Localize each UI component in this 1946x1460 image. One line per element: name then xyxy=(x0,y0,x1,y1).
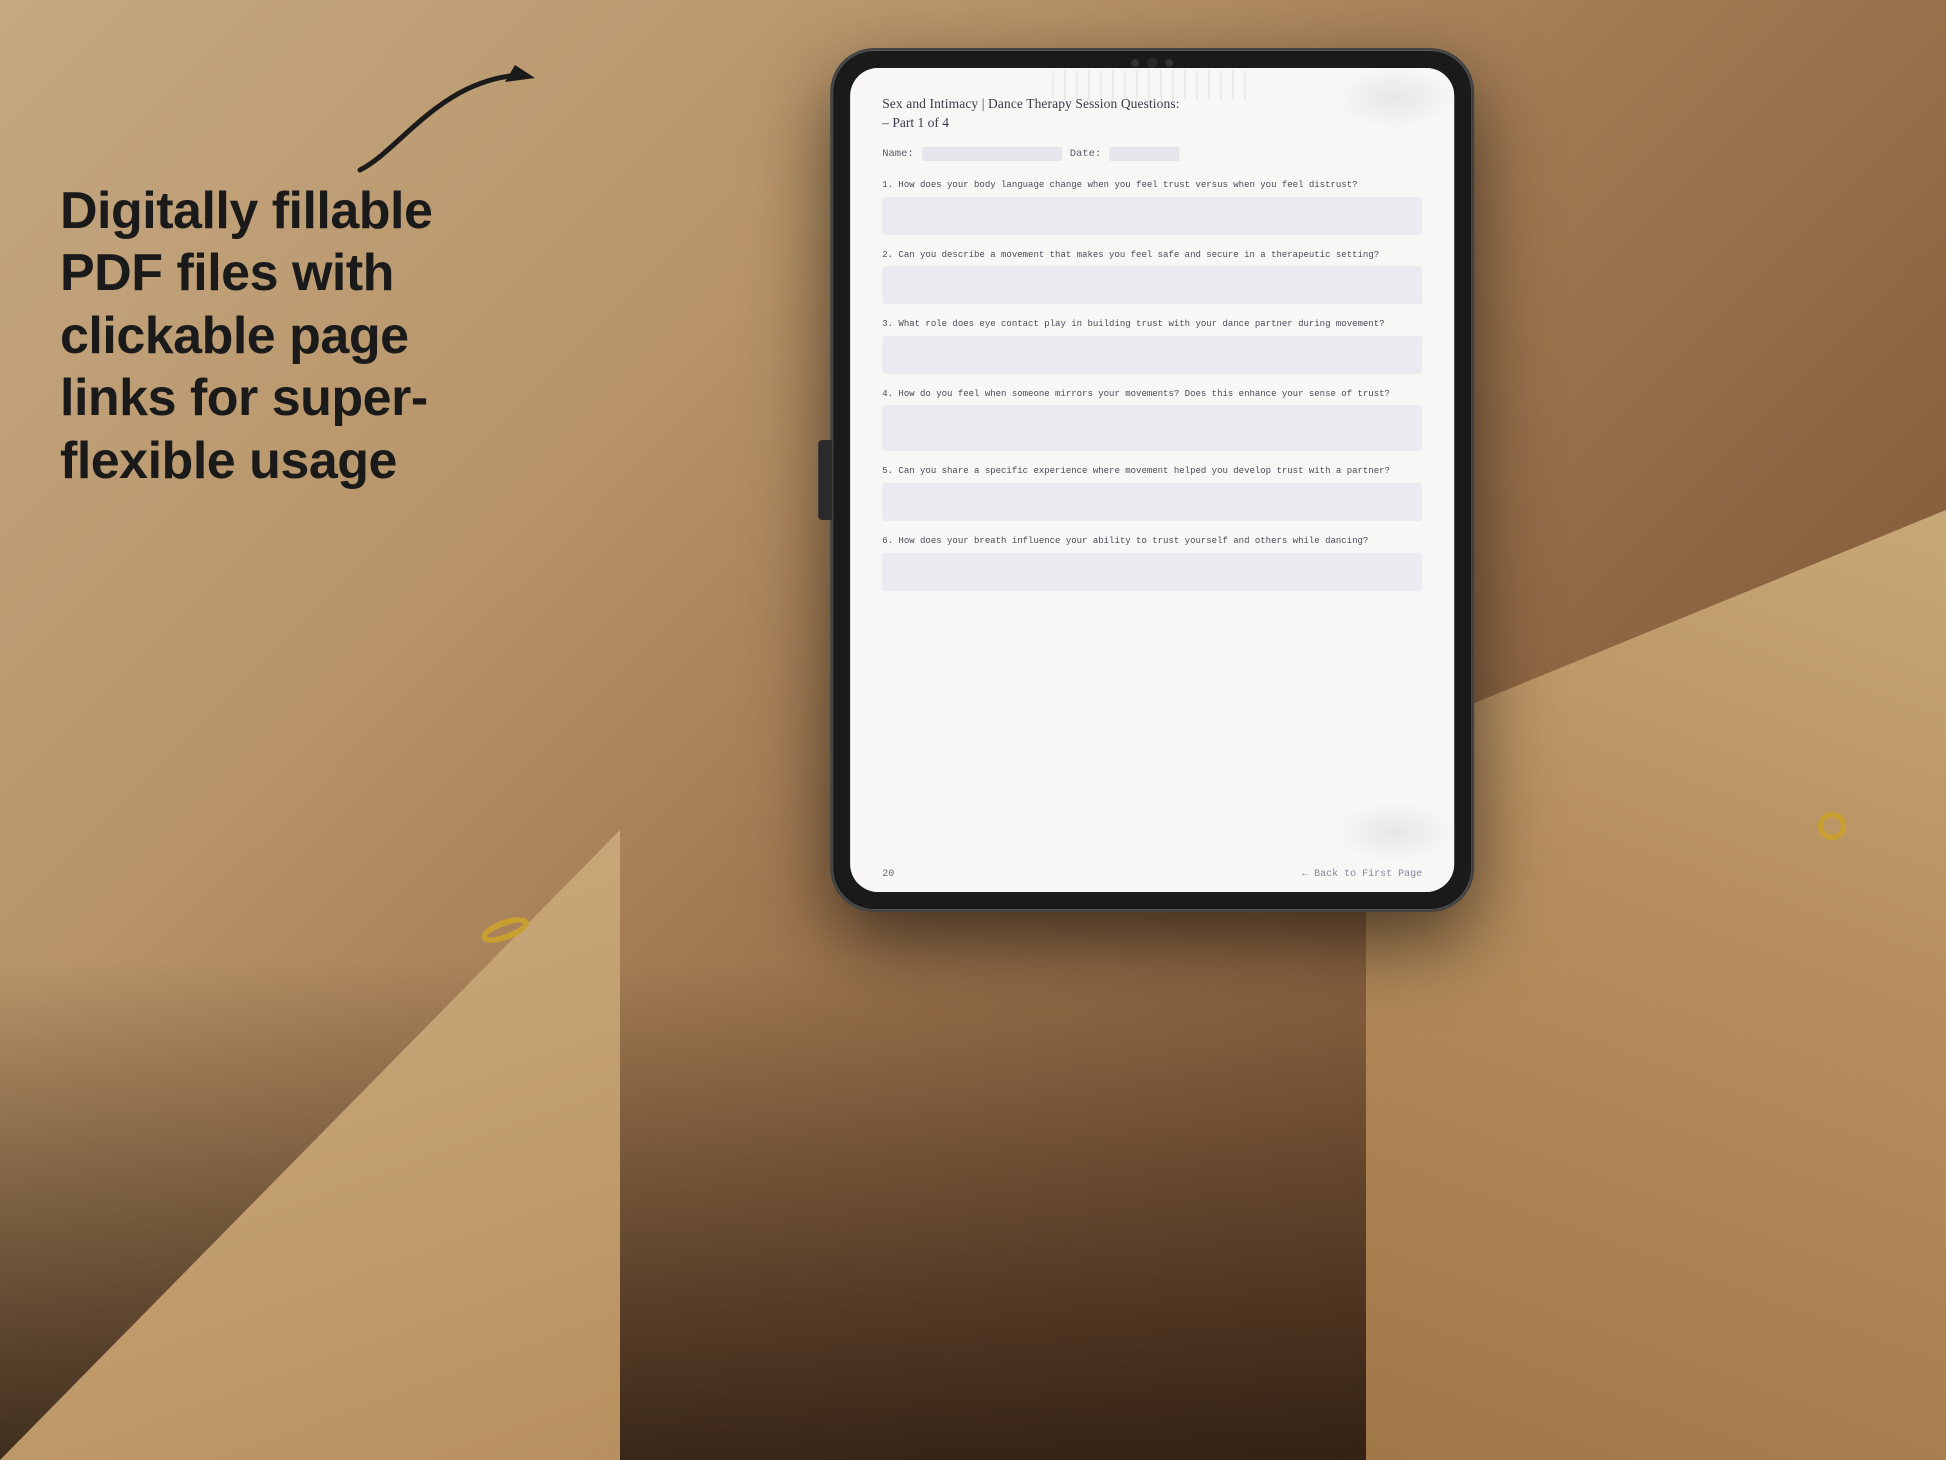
question-6: 6. How does your breath influence your a… xyxy=(882,535,1422,591)
gold-ring-right xyxy=(1818,812,1846,840)
date-label: Date: xyxy=(1070,148,1102,160)
camera-dot-1 xyxy=(1131,59,1139,67)
watermark-bottom xyxy=(1334,802,1454,862)
tablet-device: Sex and Intimacy | Dance Therapy Session… xyxy=(832,50,1472,910)
tablet-wrapper: Sex and Intimacy | Dance Therapy Session… xyxy=(832,50,1472,910)
question-4: 4. How do you feel when someone mirrors … xyxy=(882,388,1422,452)
question-5: 5. Can you share a specific experience w… xyxy=(882,465,1422,521)
page-number: 20 xyxy=(882,869,894,880)
question-1: 1. How does your body language change wh… xyxy=(882,179,1422,235)
tablet-camera-area xyxy=(1131,58,1173,68)
pdf-page: Sex and Intimacy | Dance Therapy Session… xyxy=(850,68,1454,892)
question-6-text: 6. How does your breath influence your a… xyxy=(882,535,1422,548)
arrow-icon xyxy=(340,60,560,195)
answer-box-3[interactable] xyxy=(882,336,1422,374)
camera-lens xyxy=(1147,58,1157,68)
question-2: 2. Can you describe a movement that make… xyxy=(882,249,1422,305)
pdf-footer: 20 ← Back to First Page xyxy=(882,869,1422,880)
answer-box-4[interactable] xyxy=(882,405,1422,451)
left-text-block: Digitally fillable PDF files with clicka… xyxy=(60,180,520,492)
question-2-text: 2. Can you describe a movement that make… xyxy=(882,249,1422,262)
question-3: 3. What role does eye contact play in bu… xyxy=(882,318,1422,374)
back-to-first-page-link[interactable]: ← Back to First Page xyxy=(1302,869,1422,880)
watermark-top xyxy=(1334,68,1454,128)
answer-box-6[interactable] xyxy=(882,553,1422,591)
answer-box-5[interactable] xyxy=(882,483,1422,521)
pdf-name-row: Name: Date: xyxy=(882,147,1422,161)
name-input-field[interactable] xyxy=(922,147,1062,161)
question-1-text: 1. How does your body language change wh… xyxy=(882,179,1422,192)
floral-decoration-top xyxy=(1052,70,1252,100)
tablet-screen: Sex and Intimacy | Dance Therapy Session… xyxy=(850,68,1454,892)
name-label: Name: xyxy=(882,148,914,160)
headline-text: Digitally fillable PDF files with clicka… xyxy=(60,180,520,492)
answer-box-2[interactable] xyxy=(882,266,1422,304)
question-5-text: 5. Can you share a specific experience w… xyxy=(882,465,1422,478)
tablet-side-button xyxy=(818,440,832,520)
date-input-field[interactable] xyxy=(1109,147,1179,161)
question-3-text: 3. What role does eye contact play in bu… xyxy=(882,318,1422,331)
answer-box-1[interactable] xyxy=(882,197,1422,235)
question-4-text: 4. How do you feel when someone mirrors … xyxy=(882,388,1422,401)
camera-dot-2 xyxy=(1165,59,1173,67)
